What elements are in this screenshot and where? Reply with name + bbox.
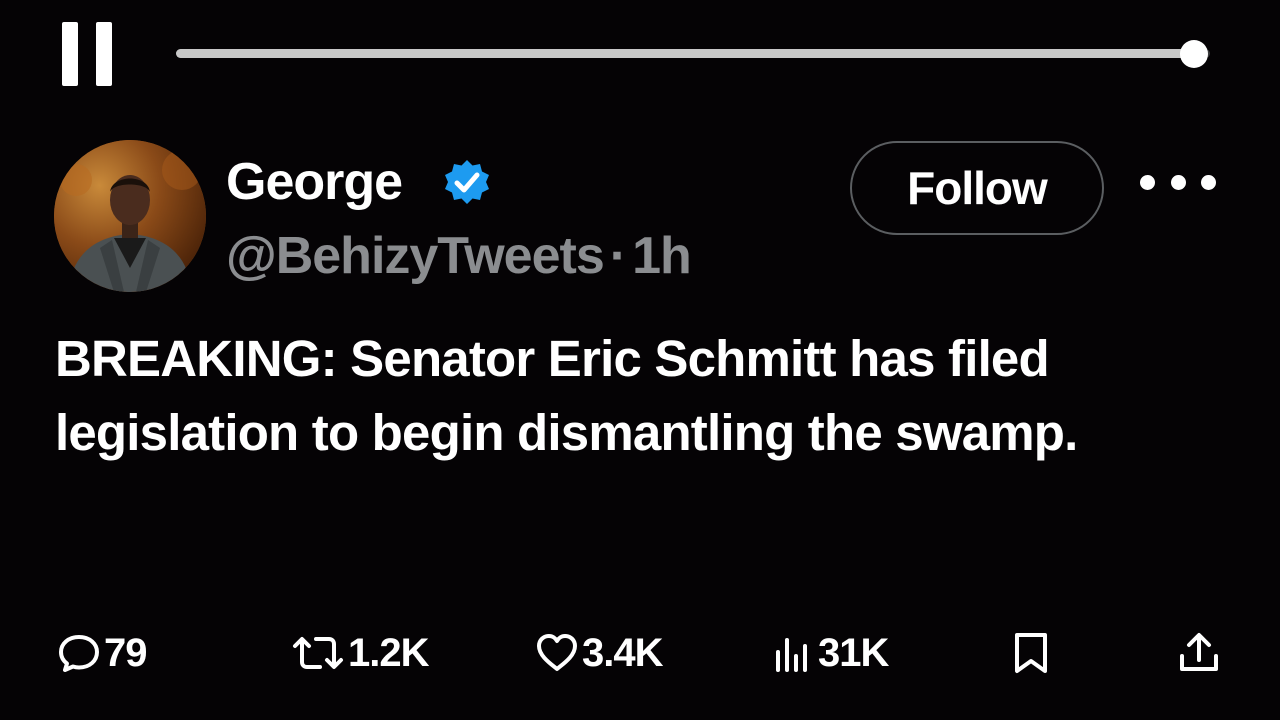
playback-progress-bar[interactable] bbox=[176, 40, 1226, 68]
verified-badge-icon bbox=[445, 160, 489, 204]
timestamp[interactable]: 1h bbox=[632, 227, 692, 285]
separator-dot: · bbox=[609, 227, 627, 285]
reply-icon bbox=[59, 635, 99, 672]
pause-icon-bar-left bbox=[62, 22, 78, 86]
progress-scrubber-handle[interactable] bbox=[1180, 40, 1209, 68]
handle[interactable]: @BehizyTweets bbox=[226, 227, 605, 285]
display-name[interactable]: George bbox=[226, 150, 403, 214]
like-count: 3.4K bbox=[582, 630, 663, 675]
video-frame: George @BehizyTweets · 1h Follow BREAKING:… bbox=[0, 0, 1280, 720]
repost-icon bbox=[293, 637, 343, 669]
pause-icon-bar-right bbox=[96, 22, 112, 86]
avatar[interactable] bbox=[54, 140, 206, 292]
views-count: 31K bbox=[818, 630, 889, 675]
like-button[interactable]: 3.4K bbox=[534, 626, 663, 680]
more-dot bbox=[1201, 174, 1216, 190]
progress-fill bbox=[176, 49, 1195, 58]
repost-button[interactable]: 1.2K bbox=[290, 626, 429, 680]
more-dot bbox=[1170, 174, 1186, 190]
views-button[interactable]: 31K bbox=[770, 626, 889, 680]
reply-count: 79 bbox=[104, 630, 147, 675]
more-options-icon[interactable] bbox=[1140, 164, 1216, 200]
follow-button[interactable]: Follow bbox=[850, 141, 1104, 235]
progress-track bbox=[176, 49, 1210, 58]
tweet-text: BREAKING: Senator Eric Schmitt has filed… bbox=[55, 330, 1078, 461]
bookmark-button[interactable] bbox=[1008, 626, 1054, 680]
repost-count: 1.2K bbox=[348, 630, 429, 675]
more-dot bbox=[1140, 174, 1155, 190]
bookmark-icon bbox=[1015, 633, 1047, 673]
handle-row: @BehizyTweets · 1h bbox=[226, 224, 692, 288]
reply-button[interactable]: 79 bbox=[56, 626, 147, 680]
pause-button[interactable] bbox=[60, 22, 118, 88]
like-icon bbox=[537, 634, 577, 671]
share-button[interactable] bbox=[1176, 626, 1222, 680]
views-icon bbox=[776, 638, 807, 672]
share-icon bbox=[1180, 633, 1218, 671]
avatar-photo bbox=[54, 140, 206, 292]
